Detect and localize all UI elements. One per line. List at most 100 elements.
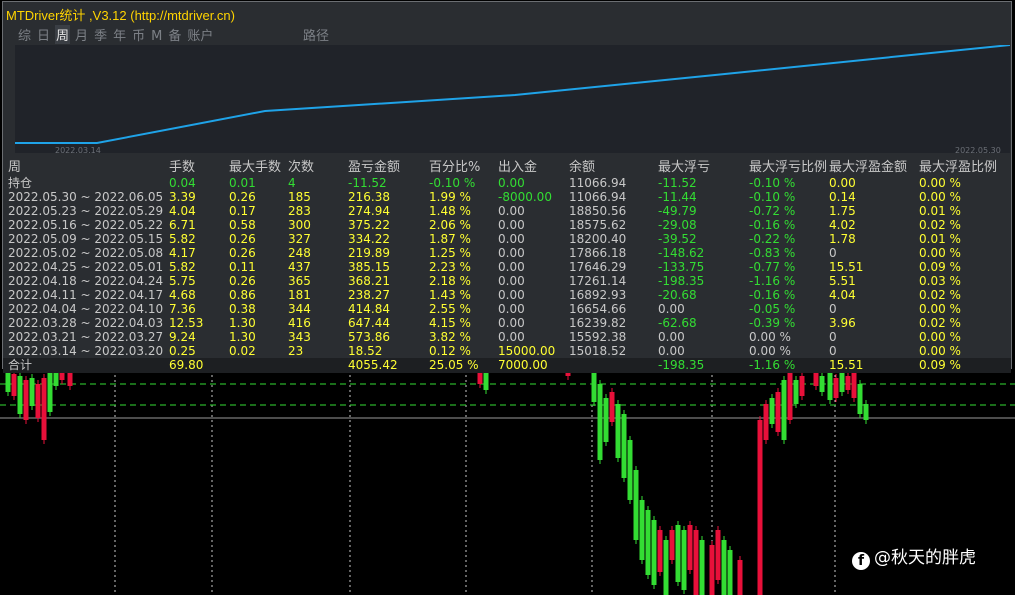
row-label: 2022.05.30 ~ 2022.06.05 [8,190,164,204]
table-cell: 18850.56 [569,204,627,218]
table-row: 2022.05.02 ~ 2022.05.08 4.17 0.26 248 219.89… [3,246,1011,260]
table-cell: -8000.00 [498,190,552,204]
table-cell: 368.21 [348,274,390,288]
column-header[interactable]: 次数 [288,160,314,176]
table-cell: 0.00 % [919,190,961,204]
table-cell: 1.30 [229,330,256,344]
table-cell: 6.71 [169,218,196,232]
table-cell: -0.16 % [749,288,796,302]
table-cell: 0.02 % [919,316,961,330]
candle-body [23,380,29,420]
column-header[interactable]: 周 [8,160,168,176]
column-header[interactable]: 余额 [569,160,595,176]
tab-8[interactable]: 备 [167,25,182,44]
row-label: 2022.04.18 ~ 2022.04.24 [8,274,164,288]
candle-body [633,470,639,540]
column-header[interactable]: 手数 [169,160,195,176]
table-cell: 0.09 % [919,358,961,372]
table-cell: 4.15 % [429,316,471,330]
table-cell: 0.09 % [919,260,961,274]
table-cell: 11066.94 [569,176,627,190]
table-cell: 0 [829,330,837,344]
table-cell: 0.02 % [919,218,961,232]
candle-body [651,520,657,585]
table-cell: 4.68 [169,288,196,302]
table-cell: 0.04 [169,176,196,190]
table-cell: 185 [288,190,311,204]
candle-body [35,384,41,418]
candle-body [827,370,833,400]
table-cell: -0.83 % [749,246,796,260]
column-header[interactable]: 最大浮亏 [658,160,710,176]
column-header[interactable]: 出入金 [498,160,537,176]
candle-body [833,378,839,398]
candle-body [813,372,819,386]
row-label: 2022.03.28 ~ 2022.04.03 [8,316,164,330]
table-cell: 1.75 [829,204,856,218]
table-cell: 0.00 [829,176,856,190]
column-header[interactable]: 最大浮亏比例 [749,160,827,176]
candle-body [645,510,651,575]
table-row: 2022.04.25 ~ 2022.05.01 5.82 0.11 437 385.15… [3,260,1011,274]
tab-path[interactable]: 路径 [303,25,329,44]
table-cell: 16654.66 [569,302,627,316]
candle-body [675,525,681,582]
table-cell: 0.00 % [749,330,791,344]
table-cell: 0.00 [658,302,685,316]
candle-body [793,380,799,404]
table-cell: 15592.38 [569,330,627,344]
table-cell: 248 [288,246,311,260]
table-cell: 17261.14 [569,274,627,288]
table-cell: 416 [288,316,311,330]
tab-7[interactable]: M [150,29,163,44]
tab-1[interactable]: 日 [36,25,51,44]
table-cell: 15018.52 [569,344,627,358]
table-cell: 283 [288,204,311,218]
table-cell: -1.16 % [749,358,796,372]
table-row: 2022.03.28 ~ 2022.04.03 12.53 1.30 416 647.4… [3,316,1011,330]
tab-5[interactable]: 年 [112,25,127,44]
column-header[interactable]: 最大浮盈比例 [919,160,997,176]
tab-4[interactable]: 季 [93,25,108,44]
column-header[interactable]: 最大浮盈金额 [829,160,907,176]
candle-body [603,398,609,442]
candle-body [819,376,825,392]
candle-body [483,370,489,390]
table-row: 2022.05.23 ~ 2022.05.29 4.04 0.17 283 274.94… [3,204,1011,218]
window-title: MTDriver统计 ,V3.12 (http://mtdriver.cn) [6,8,235,23]
tab-0[interactable]: 综 [17,25,32,44]
candle-body [851,370,857,398]
candle-body [693,530,699,595]
tab-6[interactable]: 币 [131,25,146,44]
candle-body [615,404,621,458]
candle-body [863,404,869,420]
table-cell: 0.00 [498,288,525,302]
column-header[interactable]: 最大手数 [229,160,281,176]
table-cell: 0.00 [498,260,525,274]
table-cell: 216.38 [348,190,390,204]
table-cell: -0.39 % [749,316,796,330]
table-cell: -148.62 [658,246,705,260]
candle-body [681,530,687,590]
table-cell: 385.15 [348,260,390,274]
candle-body [857,384,863,414]
table-cell: 0.11 [229,260,256,274]
table-cell: 274.94 [348,204,390,218]
table-cell: -0.10 % [429,176,476,190]
candle-body [669,530,675,560]
table-row: 2022.05.30 ~ 2022.06.05 3.39 0.26 185 216.38… [3,190,1011,204]
table-row: 2022.04.18 ~ 2022.04.24 5.75 0.26 365 368.21… [3,274,1011,288]
column-header[interactable]: 盈亏金额 [348,160,400,176]
column-header[interactable]: 百分比% [429,160,480,176]
candle-body [627,440,633,500]
table-cell: 16892.93 [569,288,627,302]
candle-body [781,380,787,440]
candle-body [763,404,769,440]
tab-2[interactable]: 周 [55,25,71,44]
candle-body [737,560,743,595]
table-cell: 5.82 [169,232,196,246]
table-cell: 0.00 % [919,344,961,358]
candle-body [11,374,17,396]
tab-9[interactable]: 账户 [186,25,214,44]
tab-3[interactable]: 月 [74,25,89,44]
